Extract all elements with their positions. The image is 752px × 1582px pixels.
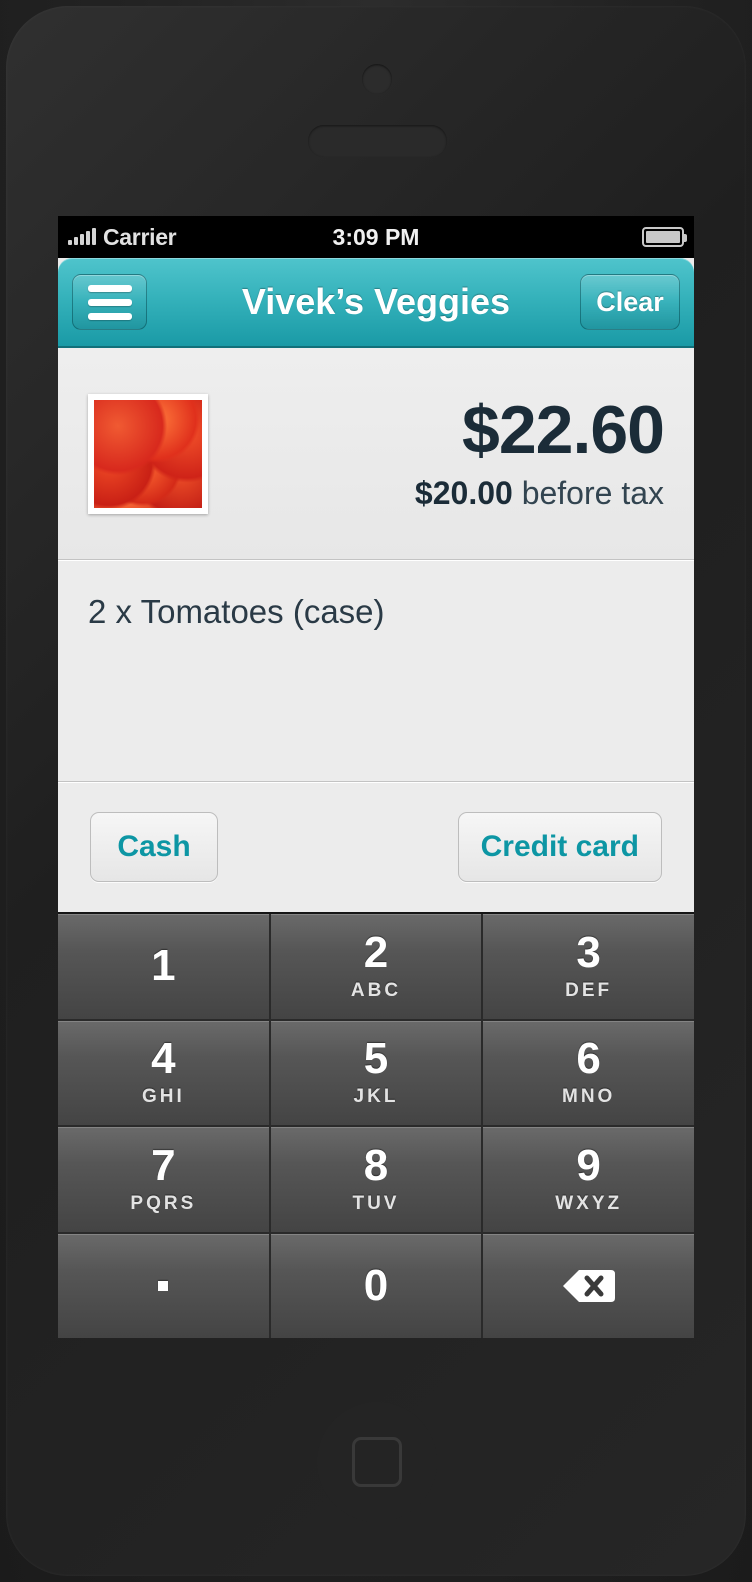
key-digit: 0 (363, 1260, 389, 1310)
price-summary-panel: $22.60 $20.00 before tax (58, 348, 694, 560)
list-item[interactable]: 2 x Tomatoes (case) (88, 593, 664, 631)
key-letters: GHI (141, 1086, 185, 1108)
key-2[interactable]: 2 ABC (270, 914, 482, 1019)
phone-device: Carrier 3:09 PM Vivek’s Veggies Clear $2… (0, 0, 752, 1582)
key-digit: 3 (576, 927, 601, 977)
key-digit: 2 (363, 927, 389, 977)
key-5[interactable]: 5 JKL (270, 1020, 482, 1125)
battery-full-icon (642, 227, 687, 247)
clear-button[interactable]: Clear (580, 274, 680, 330)
key-letters: DEF (565, 979, 613, 1001)
key-digit: 1 (151, 941, 176, 991)
key-9[interactable]: 9 WXYZ (483, 1127, 694, 1232)
numeric-keypad: 1 2 ABC 3 DEF 4 GHI 5 JKL 6 MNO 7 PQRS 8… (58, 912, 694, 1338)
subtotal-amount: $20.00 (414, 474, 513, 511)
payment-methods-panel: Cash Credit card (58, 782, 694, 910)
key-letters: TUV (352, 1192, 400, 1214)
key-4[interactable]: 4 GHI (58, 1020, 269, 1125)
key-backspace[interactable] (483, 1233, 694, 1338)
key-letters: JKL (353, 1086, 399, 1108)
earpiece-speaker-icon (308, 125, 447, 157)
key-0[interactable]: 0 (270, 1233, 482, 1338)
key-6[interactable]: 6 MNO (483, 1020, 694, 1125)
key-digit: 7 (151, 1140, 176, 1190)
key-digit: 8 (363, 1140, 389, 1190)
credit-card-button[interactable]: Credit card (457, 811, 662, 882)
total-amount: $22.60 (462, 391, 665, 468)
subtotal-line: $20.00 before tax (414, 474, 664, 511)
key-decimal[interactable] (58, 1233, 269, 1338)
line-items-panel: 2 x Tomatoes (case) (58, 560, 694, 782)
key-digit: 9 (576, 1140, 601, 1190)
subtotal-suffix: before tax (512, 474, 664, 511)
hamburger-menu-icon[interactable] (72, 274, 147, 330)
tomatoes-photo (88, 393, 208, 514)
key-digit: 5 (363, 1034, 389, 1084)
app-header: Vivek’s Veggies Clear (58, 258, 694, 348)
key-1[interactable]: 1 (58, 914, 269, 1019)
key-letters: MNO (562, 1086, 616, 1108)
key-digit: 4 (151, 1034, 176, 1084)
key-letters: WXYZ (555, 1192, 623, 1214)
home-button-icon[interactable] (317, 1402, 437, 1522)
key-3[interactable]: 3 DEF (483, 914, 694, 1019)
status-bar-time: 3:09 PM (332, 223, 420, 250)
status-bar: Carrier 3:09 PM (58, 216, 694, 258)
price-block: $22.60 $20.00 before tax (414, 391, 665, 511)
key-7[interactable]: 7 PQRS (58, 1127, 269, 1232)
key-letters: ABC (350, 979, 402, 1001)
cash-button[interactable]: Cash (90, 811, 218, 882)
front-camera-icon (362, 64, 392, 94)
phone-screen: Carrier 3:09 PM Vivek’s Veggies Clear $2… (58, 216, 694, 1338)
status-bar-right (642, 227, 687, 247)
key-letters: PQRS (130, 1192, 197, 1214)
key-digit: 6 (576, 1034, 601, 1084)
decimal-point-icon (158, 1280, 169, 1291)
backspace-icon (562, 1268, 615, 1304)
key-8[interactable]: 8 TUV (270, 1127, 482, 1232)
